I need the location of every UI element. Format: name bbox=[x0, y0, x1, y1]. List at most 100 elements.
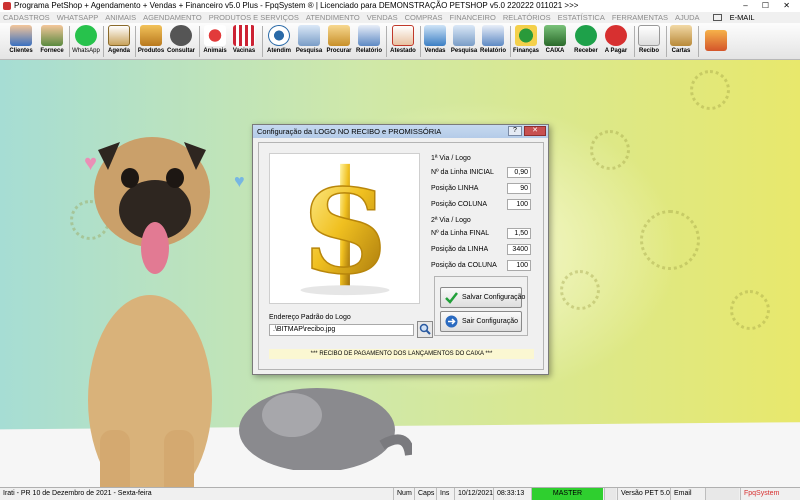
caixa-button[interactable]: CAIXA bbox=[541, 24, 569, 59]
receber-button[interactable]: Receber bbox=[571, 24, 601, 59]
via2-header: 2ª Via / Logo bbox=[431, 217, 471, 224]
menu-email[interactable]: E-MAIL bbox=[730, 13, 755, 22]
relatorio-vendas-button[interactable]: Relatório bbox=[479, 24, 507, 59]
menu-estatistica[interactable]: ESTATÍSTICA bbox=[558, 13, 605, 22]
menu-ferramentas[interactable]: FERRAMENTAS bbox=[612, 13, 668, 22]
close-button[interactable]: ✕ bbox=[524, 126, 546, 136]
produtos-button[interactable]: Produtos bbox=[137, 24, 165, 59]
apagar-button[interactable]: A Pagar bbox=[602, 24, 630, 59]
status-date: 10/12/2021 bbox=[454, 488, 496, 500]
menu-ajuda[interactable]: AJUDA bbox=[675, 13, 700, 22]
agenda-icon bbox=[108, 25, 130, 46]
cartas-label: Cartas bbox=[671, 48, 691, 54]
consultar-button[interactable]: Consultar bbox=[166, 24, 196, 59]
menu-whatsapp[interactable]: WHATSAPP bbox=[57, 13, 99, 22]
menu-vendas[interactable]: VENDAS bbox=[367, 13, 398, 22]
linha-inicial-label: Nº da Linha INICIAL bbox=[431, 169, 494, 176]
exit-config-button[interactable]: Sair Configuração bbox=[440, 311, 522, 332]
receipt-icon bbox=[638, 25, 660, 46]
caixa-label: CAIXA bbox=[545, 48, 565, 54]
search-icon bbox=[298, 25, 320, 46]
animais-button[interactable]: Animais bbox=[201, 24, 229, 59]
sales-monitor-icon bbox=[424, 25, 446, 46]
agenda-button[interactable]: Agenda bbox=[105, 24, 133, 59]
window-controls[interactable]: – ☐ ✕ bbox=[739, 0, 800, 12]
pay-icon bbox=[605, 25, 627, 46]
status-indicator bbox=[705, 488, 739, 500]
relatorio-label: Relatório bbox=[355, 48, 382, 54]
menu-cadastros[interactable]: CADASTROS bbox=[3, 13, 50, 22]
pesquisa-vendas-button[interactable]: Pesquisa bbox=[450, 24, 478, 59]
logo-config-dialog: Configuração da LOGO NO RECIBO e PROMISS… bbox=[252, 124, 549, 375]
menu-compras[interactable]: COMPRAS bbox=[405, 13, 443, 22]
logo-address-field[interactable]: .\BITMAP\recibo.jpg bbox=[269, 324, 414, 336]
status-location-date: Irati - PR 10 de Dezembro de 2021 - Sext… bbox=[3, 490, 152, 497]
toolbar-separator bbox=[135, 26, 136, 57]
letters-icon bbox=[670, 25, 692, 46]
recibo-button[interactable]: Recibo bbox=[636, 24, 662, 59]
status-bar: Irati - PR 10 de Dezembro de 2021 - Sext… bbox=[0, 487, 800, 500]
save-config-button[interactable]: Salvar Configuração bbox=[440, 287, 526, 308]
cartas-button[interactable]: Cartas bbox=[668, 24, 694, 59]
menu-financeiro[interactable]: FINANCEIRO bbox=[450, 13, 496, 22]
svg-text:S: S bbox=[303, 164, 387, 300]
toolbar-separator bbox=[262, 26, 263, 57]
status-email[interactable]: Email bbox=[670, 488, 695, 500]
paw-print-decoration bbox=[590, 130, 630, 170]
receive-icon bbox=[575, 25, 597, 46]
help-button[interactable]: ? bbox=[508, 126, 522, 136]
browse-button[interactable] bbox=[417, 321, 433, 338]
menu-atendimento[interactable]: ATENDIMENTO bbox=[306, 13, 360, 22]
fornecedores-button[interactable]: Fornece bbox=[37, 24, 67, 59]
status-indicator bbox=[604, 488, 616, 500]
whatsapp-label: WhatsApp bbox=[72, 48, 100, 54]
toolbar-separator bbox=[666, 26, 667, 57]
posicao-da-linha-field[interactable]: 3400 bbox=[507, 244, 531, 255]
clientes-button[interactable]: Clientes bbox=[6, 24, 36, 59]
whatsapp-button[interactable]: WhatsApp bbox=[71, 24, 101, 59]
exit-door-icon bbox=[705, 30, 727, 51]
posicao-coluna-field[interactable]: 100 bbox=[507, 199, 531, 210]
agenda-label: Agenda bbox=[107, 48, 130, 54]
via1-header: 1ª Via / Logo bbox=[431, 155, 471, 162]
linha-inicial-field[interactable]: 0,90 bbox=[507, 167, 531, 178]
menu-relatorios[interactable]: RELATÓRIOS bbox=[503, 13, 551, 22]
menu-animais[interactable]: ANIMAIS bbox=[105, 13, 136, 22]
window-title: Programa PetShop + Agendamento + Vendas … bbox=[14, 1, 579, 10]
toolbar-separator bbox=[698, 26, 699, 57]
toolbar-separator bbox=[199, 26, 200, 57]
pesquisa-atendimento-button[interactable]: Pesquisa bbox=[295, 24, 323, 59]
cash-icon bbox=[544, 25, 566, 46]
posicao-linha-field[interactable]: 90 bbox=[507, 183, 531, 194]
linha-final-label: Nº da Linha FINAL bbox=[431, 230, 490, 237]
menu-produtos-servicos[interactable]: PRODUTOS E SERVIÇOS bbox=[209, 13, 299, 22]
suppliers-icon bbox=[41, 25, 63, 46]
procurar-button[interactable]: Procurar bbox=[324, 24, 354, 59]
paw-icon bbox=[204, 25, 226, 46]
relatorio-atendimento-button[interactable]: Relatório bbox=[355, 24, 383, 59]
produtos-label: Produtos bbox=[137, 48, 165, 54]
report-icon bbox=[482, 25, 504, 46]
window-titlebar: Programa PetShop + Agendamento + Vendas … bbox=[0, 0, 800, 12]
save-config-label: Salvar Configuração bbox=[462, 294, 526, 301]
procurar-label: Procurar bbox=[326, 48, 352, 54]
status-ins: Ins bbox=[436, 488, 454, 500]
vacinas-button[interactable]: Vacinas bbox=[230, 24, 258, 59]
linha-final-field[interactable]: 1,50 bbox=[507, 228, 531, 239]
atendimento-button[interactable]: Atendim bbox=[264, 24, 294, 59]
atendimento-label: Atendim bbox=[267, 48, 291, 54]
menu-agendamento[interactable]: AGENDAMENTO bbox=[143, 13, 202, 22]
posicao-coluna-label: Posição COLUNA bbox=[431, 201, 488, 208]
atestado-button[interactable]: Atestado bbox=[388, 24, 418, 59]
cat-image bbox=[239, 388, 412, 470]
lookup-icon bbox=[170, 25, 192, 46]
magnifier-icon bbox=[419, 323, 431, 335]
exit-button[interactable] bbox=[702, 24, 730, 59]
toolbar-separator bbox=[386, 26, 387, 57]
financas-button[interactable]: Finanças bbox=[512, 24, 540, 59]
vendas-button[interactable]: Vendas bbox=[422, 24, 448, 59]
apagar-label: A Pagar bbox=[604, 48, 628, 54]
status-version: Versão PET 5.0 bbox=[617, 488, 673, 500]
toolbar-separator bbox=[103, 26, 104, 57]
posicao-da-coluna-field[interactable]: 100 bbox=[507, 260, 531, 271]
